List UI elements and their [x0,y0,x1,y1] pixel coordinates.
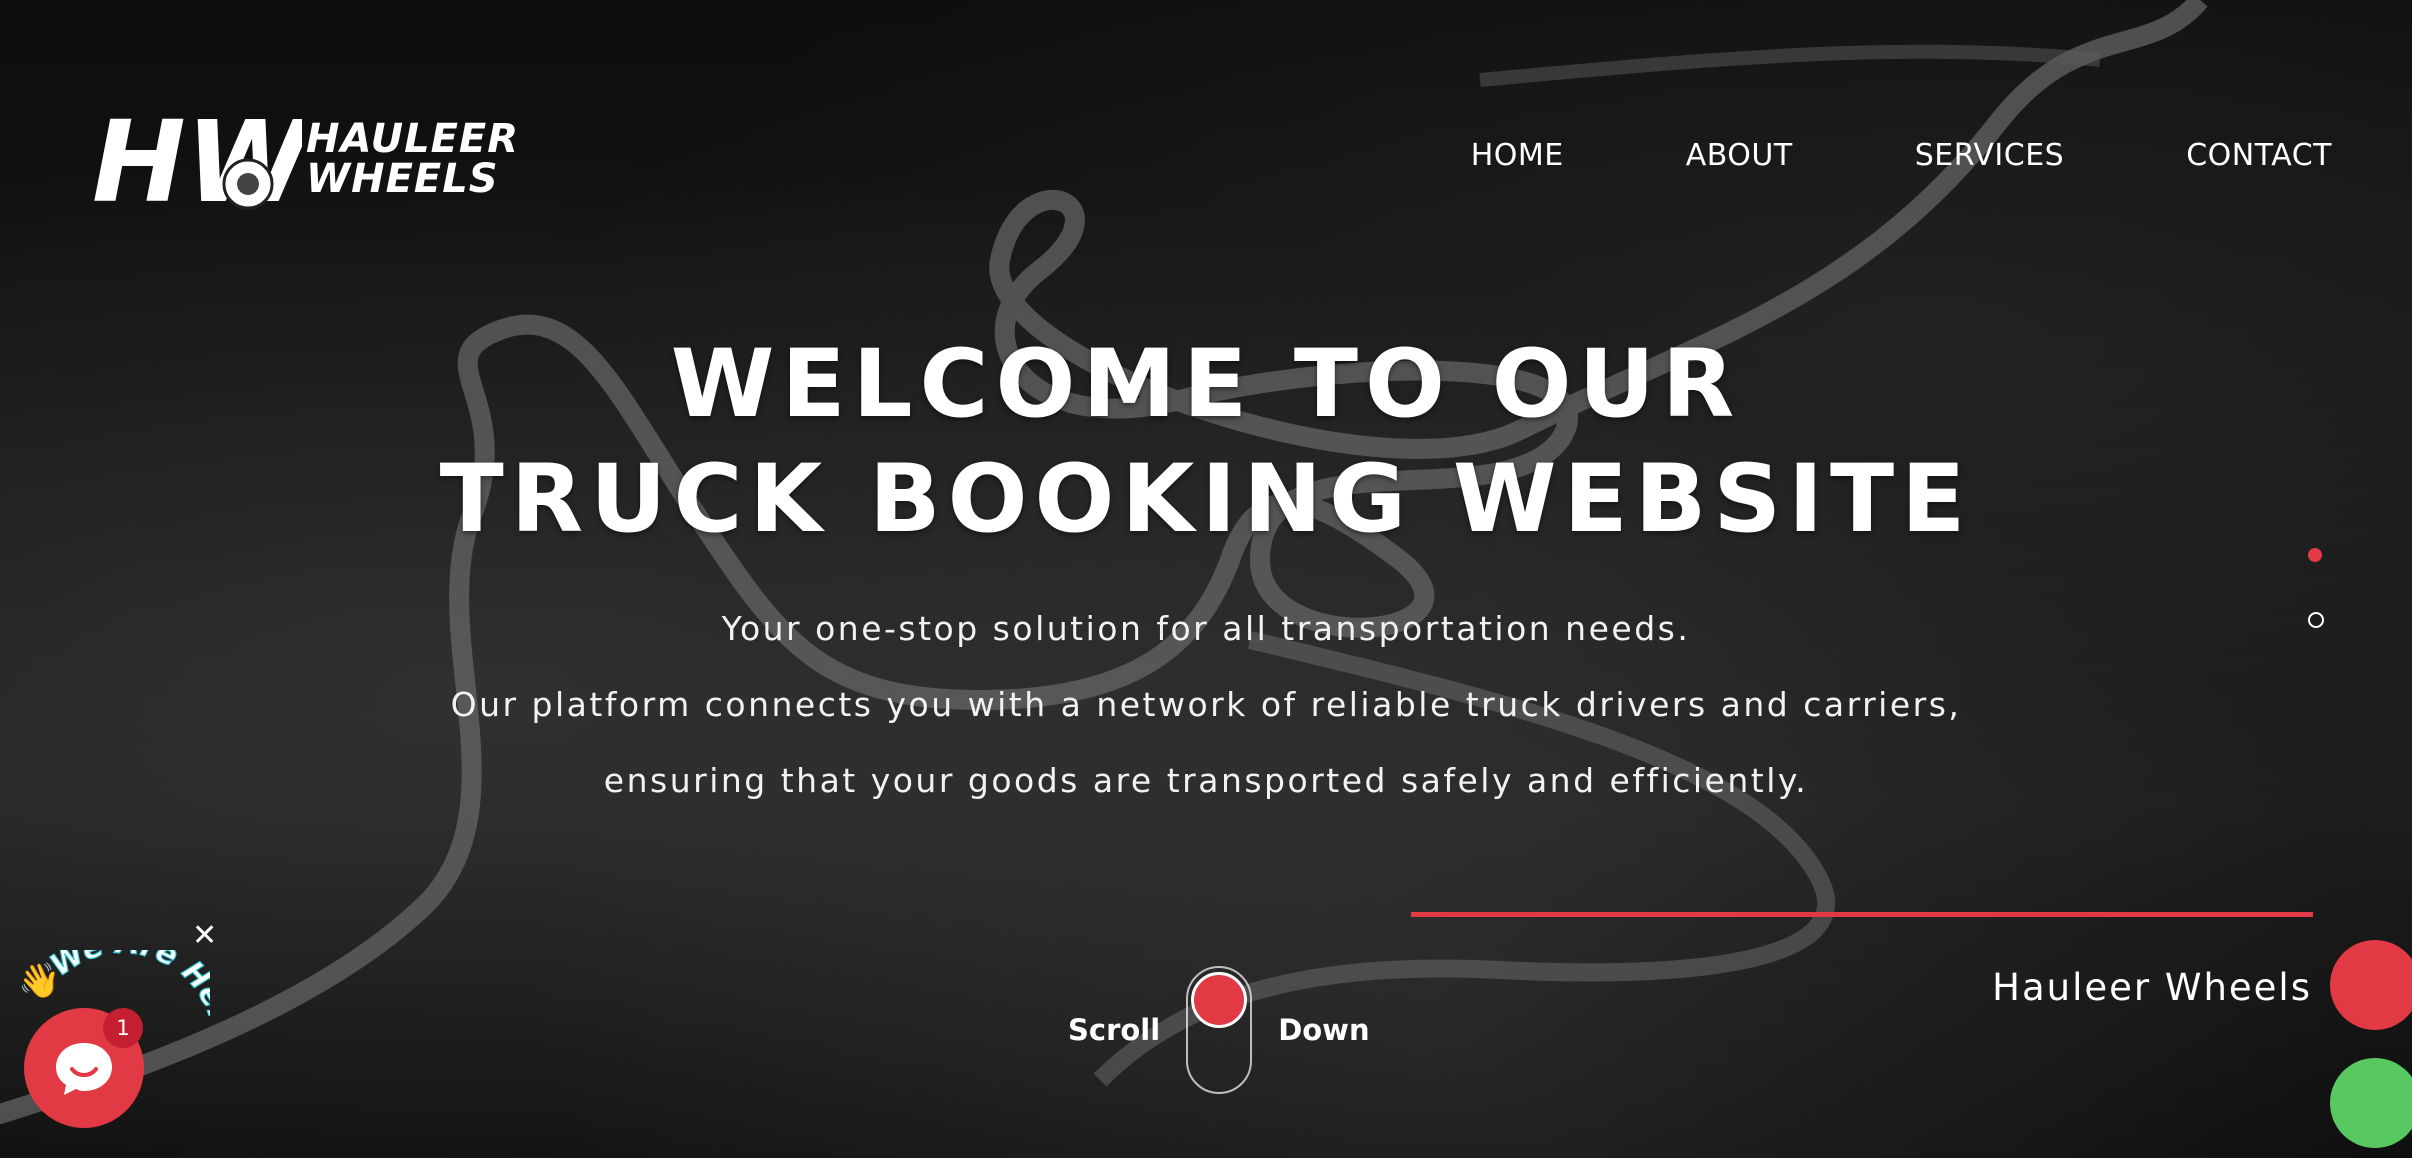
slider-pagination [2308,548,2324,678]
hero-description-line3: ensuring that your goods are transported… [603,761,1809,800]
chat-close-icon[interactable]: ✕ [192,918,217,953]
hero-description-line1: Your one-stop solution for all transport… [721,609,1691,648]
scroll-pill [1186,966,1253,1094]
scroll-ball-icon [1191,972,1248,1028]
down-label: Down [1278,1013,1370,1047]
nav-services[interactable]: SERVICES [1915,138,2065,173]
chat-notification-badge: 1 [103,1008,143,1048]
accent-divider [1411,912,2313,917]
hero-headline-line2: TRUCK BOOKING WEBSITE [439,445,1973,554]
hero-headline-line1: WELCOME TO OUR [670,330,1742,439]
slider-dot-2[interactable] [2308,612,2324,628]
nav-home[interactable]: HOME [1471,138,1564,173]
nav-about[interactable]: ABOUT [1686,138,1793,173]
green-circle-decor [2330,1058,2412,1148]
scroll-down-indicator[interactable]: Scroll Down [1068,966,1370,1094]
brand-name: HAULEER WHEELS [306,119,519,199]
brand-name-line1: HAULEER [306,115,520,162]
main-nav: HOME ABOUT SERVICES CONTACT [1471,138,2332,173]
chat-bubble-icon [56,1043,112,1095]
scroll-label: Scroll [1068,1013,1161,1047]
red-circle-decor [2330,940,2412,1030]
hero-description-line2: Our platform connects you with a network… [450,685,1962,724]
brand-name-line2: WHEELS [306,155,499,202]
hw-logo-mark-icon: HW [92,106,302,211]
brand-logo[interactable]: HW HAULEER WHEELS [92,106,519,211]
nav-contact[interactable]: CONTACT [2186,138,2332,173]
slider-dot-1[interactable] [2308,548,2322,562]
brand-caption: Hauleer Wheels [1992,966,2312,1009]
